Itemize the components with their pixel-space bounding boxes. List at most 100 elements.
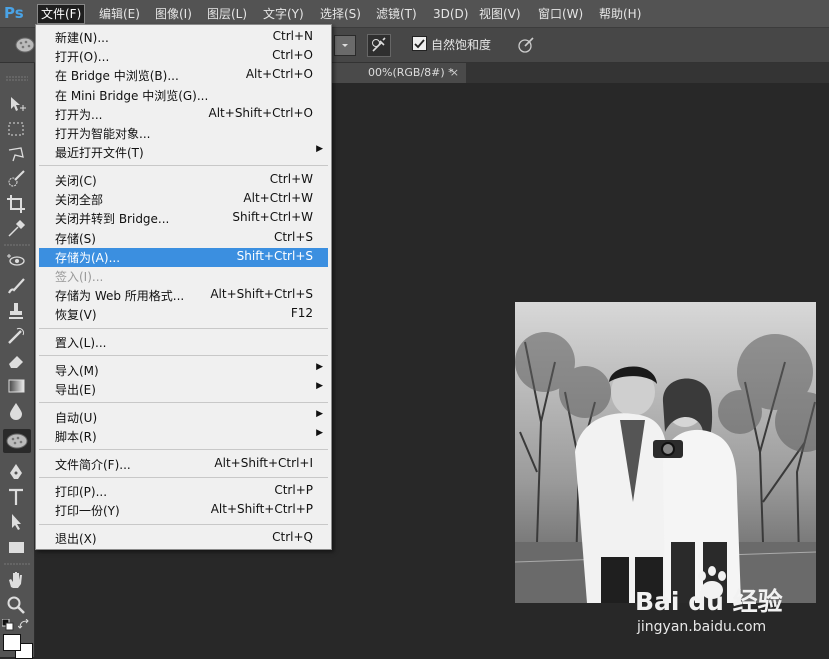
menu-7[interactable]: 3D(D): [430, 5, 471, 23]
menu-separator: [39, 327, 328, 329]
document-tab-title: 00%(RGB/8#) *: [368, 66, 454, 79]
menu-6[interactable]: 滤镜(T): [373, 5, 420, 23]
menu-item-label: 存储为 Web 所用格式...: [55, 289, 185, 304]
menu-0[interactable]: 文件(F): [37, 4, 86, 24]
menu-10[interactable]: 帮助(H): [596, 5, 644, 23]
file-menu-item[interactable]: 关闭并转到 Bridge... Shift+Ctrl+W: [39, 209, 328, 228]
rectangle-tool-icon[interactable]: [5, 536, 27, 558]
menu-item-shortcut: Alt+Shift+Ctrl+S: [210, 287, 313, 302]
eraser-tool-icon[interactable]: [5, 350, 27, 372]
menu-9[interactable]: 窗口(W): [535, 5, 586, 23]
file-menu-item[interactable]: 存储为(A)... Shift+Ctrl+S: [39, 247, 328, 267]
type-tool-icon[interactable]: [5, 486, 27, 508]
couple-photo-image: [515, 302, 816, 603]
file-menu-item[interactable]: 关闭(C) Ctrl+W: [39, 171, 328, 190]
brush-tool-icon[interactable]: [5, 275, 27, 297]
file-menu-dropdown: 新建(N)... Ctrl+N 打开(O)... Ctrl+O 在 Bridge 中浏览…: [35, 24, 332, 550]
menu-item-shortcut: Ctrl+O: [272, 48, 313, 63]
hand-tool-icon[interactable]: [5, 569, 27, 591]
default-colors-icon[interactable]: [2, 619, 14, 631]
menu-item-label: 打开为智能对象...: [55, 127, 151, 141]
close-icon[interactable]: ×: [450, 63, 459, 83]
vibrance-checkbox[interactable]: [412, 36, 427, 51]
airbrush-toggle-button[interactable]: [367, 34, 391, 57]
mode-dropdown-button[interactable]: [334, 35, 356, 56]
menu-item-label: 打开为...: [55, 107, 103, 122]
file-menu-item[interactable]: 存储(S) Ctrl+S: [39, 229, 328, 248]
file-menu-item[interactable]: 关闭全部 Alt+Ctrl+W: [39, 190, 328, 209]
menu-8[interactable]: 视图(V): [476, 5, 524, 23]
menu-2[interactable]: 图像(I): [152, 5, 195, 23]
quick-selection-tool-icon[interactable]: [5, 168, 27, 190]
baidu-watermark: Bai du 经验 jingyan.baidu.com: [635, 566, 825, 654]
submenu-arrow-icon: ▶: [316, 427, 323, 438]
gradient-tool-icon[interactable]: [5, 375, 27, 397]
path-selection-tool-icon[interactable]: [5, 511, 27, 533]
file-menu-item[interactable]: 存储为 Web 所用格式... Alt+Shift+Ctrl+S: [39, 286, 328, 305]
menu-separator: [39, 402, 328, 404]
move-tool-icon[interactable]: [5, 93, 27, 115]
pressure-size-icon[interactable]: [516, 36, 536, 54]
menu-4[interactable]: 文字(Y): [260, 5, 307, 23]
file-menu-item[interactable]: 打印一份(Y) Alt+Shift+Ctrl+P: [39, 501, 328, 520]
menu-separator: [39, 165, 328, 167]
panel-grip-icon: [6, 76, 28, 81]
chevron-down-icon: [342, 44, 348, 47]
file-menu-item[interactable]: 新建(N)... Ctrl+N: [39, 28, 328, 47]
checkmark-icon: [414, 39, 425, 49]
photoshop-logo: Ps: [4, 4, 24, 22]
menu-item-label: 关闭(C): [55, 173, 97, 188]
menu-3[interactable]: 图层(L): [204, 5, 250, 23]
history-brush-tool-icon[interactable]: [5, 325, 27, 347]
crop-tool-icon[interactable]: [5, 193, 27, 215]
document-tab[interactable]: 00%(RGB/8#) * ×: [332, 63, 466, 83]
file-menu-item[interactable]: 在 Mini Bridge 中浏览(G)...: [39, 86, 328, 105]
file-menu-item[interactable]: 导入(M) ▶: [39, 361, 328, 380]
file-menu-item[interactable]: 最近打开文件(T) ▶: [39, 143, 328, 162]
marquee-tool-icon[interactable]: [5, 118, 27, 140]
menu-item-label: 导出(E): [55, 382, 96, 397]
foreground-color-swatch[interactable]: [3, 634, 21, 651]
file-menu-item[interactable]: 置入(L)...: [39, 333, 328, 352]
menu-1[interactable]: 编辑(E): [96, 5, 143, 23]
menu-item-label: 打印(P)...: [55, 485, 108, 500]
menu-item-label: 关闭全部: [55, 193, 104, 208]
menu-item-label: 存储为(A)...: [55, 250, 121, 265]
eyedropper-tool-icon[interactable]: [5, 218, 27, 240]
menu-item-shortcut: Alt+Shift+Ctrl+O: [208, 105, 313, 120]
menu-item-shortcut: Ctrl+Q: [272, 530, 313, 545]
menu-5[interactable]: 选择(S): [317, 5, 364, 23]
menu-item-label: 在 Bridge 中浏览(B)...: [55, 69, 179, 84]
clone-stamp-tool-icon[interactable]: [5, 300, 27, 322]
pen-tool-icon[interactable]: [5, 461, 27, 483]
menu-item-label: 退出(X): [55, 532, 97, 547]
zoom-tool-icon[interactable]: [5, 594, 27, 616]
file-menu-item[interactable]: 打开为智能对象...: [39, 124, 328, 143]
sponge-tool-button[interactable]: [3, 429, 31, 453]
menu-separator: [39, 476, 328, 478]
file-menu-item[interactable]: 脚本(R) ▶: [39, 427, 328, 446]
file-menu-item[interactable]: 自动(U) ▶: [39, 408, 328, 427]
menu-item-label: 新建(N)...: [55, 31, 109, 45]
file-menu-item[interactable]: 打开为... Alt+Shift+Ctrl+O: [39, 105, 328, 124]
sponge-tool-preset-icon[interactable]: [14, 36, 36, 54]
file-menu-item[interactable]: 导出(E) ▶: [39, 380, 328, 399]
vibrance-label: 自然饱和度: [431, 38, 492, 52]
file-menu-item[interactable]: 打开(O)... Ctrl+O: [39, 47, 328, 66]
file-menu-item[interactable]: 在 Bridge 中浏览(B)... Alt+Ctrl+O: [39, 66, 328, 85]
menu-item-shortcut: Alt+Ctrl+W: [243, 191, 313, 206]
file-menu-item[interactable]: 退出(X) Ctrl+Q: [39, 529, 328, 548]
file-menu-item[interactable]: 打印(P)... Ctrl+P: [39, 482, 328, 501]
menu-item-label: 文件简介(F)...: [55, 457, 131, 472]
file-menu-item[interactable]: 文件简介(F)... Alt+Shift+Ctrl+I: [39, 455, 328, 474]
blur-tool-icon[interactable]: [5, 400, 27, 422]
swap-colors-icon[interactable]: [18, 619, 30, 631]
red-eye-tool-icon[interactable]: [5, 250, 27, 272]
menu-item-label: 脚本(R): [55, 429, 97, 444]
menu-item-label: 自动(U): [55, 410, 98, 425]
lasso-tool-icon[interactable]: [5, 143, 27, 165]
baidu-brand-text: Bai du 经验: [635, 587, 783, 616]
file-menu-item[interactable]: 恢复(V) F12: [39, 305, 328, 324]
submenu-arrow-icon: ▶: [316, 408, 323, 419]
tools-separator-icon-2: [4, 563, 30, 565]
